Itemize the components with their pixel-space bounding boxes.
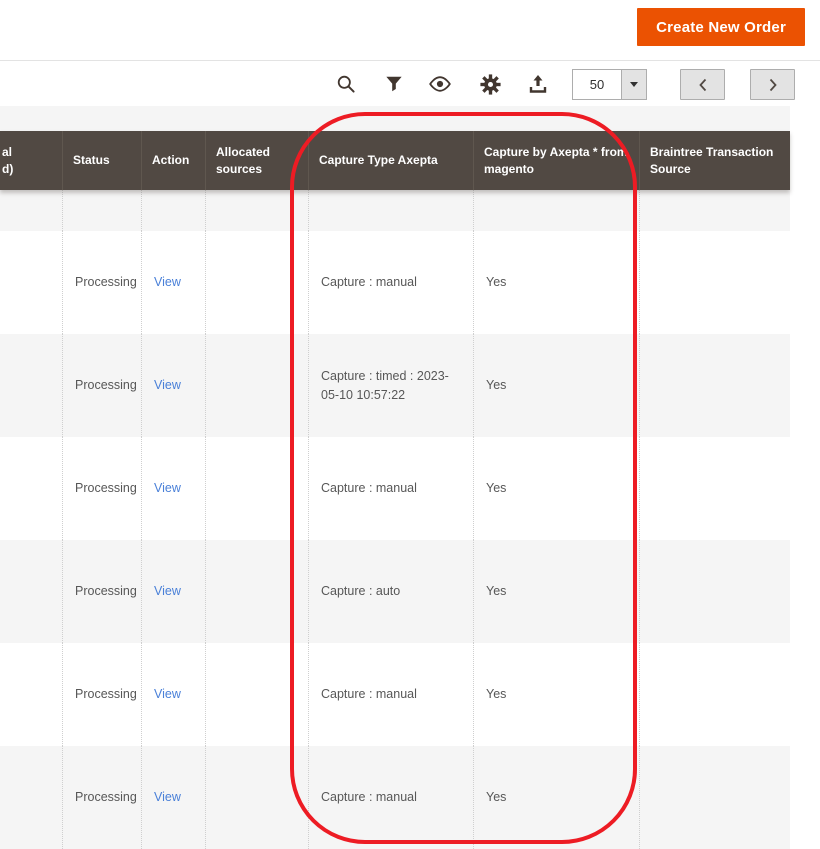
cell-capture-by: Yes [473, 746, 639, 849]
partial-header-line2: d) [2, 162, 13, 176]
page-size-dropdown-button[interactable] [621, 69, 647, 100]
table-row: Processing View Capture : timed : 2023-0… [0, 334, 790, 437]
column-header-status[interactable]: Status [62, 131, 141, 190]
view-link[interactable]: View [154, 582, 181, 600]
create-new-order-button[interactable]: Create New Order [637, 8, 805, 46]
search-icon[interactable] [334, 72, 358, 96]
cell-allocated-sources [205, 437, 308, 540]
gear-settings-icon[interactable] [478, 72, 502, 96]
cell-status: Processing [62, 643, 141, 746]
cell-status: Processing [62, 437, 141, 540]
cell-allocated-sources [205, 190, 308, 231]
cell-allocated-sources [205, 231, 308, 334]
table-row: Processing View Capture : auto Yes [0, 540, 790, 643]
cell-braintree-source [639, 190, 790, 231]
cell-status [62, 190, 141, 231]
cell-total [0, 231, 62, 334]
cell-braintree-source [639, 334, 790, 437]
cell-status: Processing [62, 334, 141, 437]
cell-total [0, 334, 62, 437]
cell-capture-type: Capture : auto [308, 540, 473, 643]
cell-capture-by: Yes [473, 540, 639, 643]
cell-total [0, 190, 62, 231]
page-size-input[interactable] [572, 69, 622, 100]
cell-capture-type [308, 190, 473, 231]
cell-allocated-sources [205, 540, 308, 643]
cell-allocated-sources [205, 643, 308, 746]
cell-capture-type: Capture : manual [308, 437, 473, 540]
cell-braintree-source [639, 643, 790, 746]
cell-status: Processing [62, 540, 141, 643]
export-icon[interactable] [526, 72, 550, 96]
table-row: Processing View Capture : manual Yes [0, 437, 790, 540]
cell-capture-by: Yes [473, 643, 639, 746]
cell-capture-type: Capture : timed : 2023-05-10 10:57:22 [308, 334, 473, 437]
cell-capture-by: Yes [473, 437, 639, 540]
table-row: Processing View Capture : manual Yes [0, 643, 790, 746]
orders-grid: al d) Status Action Allocated sources Ca… [0, 131, 790, 849]
page-size-control [572, 69, 647, 100]
previous-page-button[interactable] [680, 69, 725, 100]
grid-header-row: al d) Status Action Allocated sources Ca… [0, 131, 790, 190]
cell-braintree-source [639, 231, 790, 334]
cell-braintree-source [639, 540, 790, 643]
cell-action: View [141, 643, 205, 746]
cell-action: View [141, 540, 205, 643]
view-link[interactable]: View [154, 788, 181, 806]
cell-total [0, 540, 62, 643]
cell-status: Processing [62, 231, 141, 334]
chevron-right-icon [768, 78, 778, 92]
caret-down-icon [630, 82, 638, 87]
page-header: Create New Order [0, 0, 820, 61]
cell-total [0, 437, 62, 540]
view-link[interactable]: View [154, 376, 181, 394]
cell-allocated-sources [205, 746, 308, 849]
view-link[interactable]: View [154, 685, 181, 703]
column-header-truncated[interactable]: al d) [0, 131, 62, 190]
cell-action: View [141, 437, 205, 540]
cell-braintree-source [639, 746, 790, 849]
grid-background-strip [0, 106, 790, 131]
cell-action: View [141, 746, 205, 849]
chevron-left-icon [698, 78, 708, 92]
column-header-capture-type-axepta[interactable]: Capture Type Axepta [308, 131, 473, 190]
cell-total [0, 746, 62, 849]
column-header-allocated-sources[interactable]: Allocated sources [205, 131, 308, 190]
view-link[interactable]: View [154, 479, 181, 497]
table-row: Processing View Capture : manual Yes [0, 231, 790, 334]
partial-header-line1: al [2, 145, 12, 159]
cell-allocated-sources [205, 334, 308, 437]
cell-action: View [141, 334, 205, 437]
cell-action [141, 190, 205, 231]
cell-capture-type: Capture : manual [308, 231, 473, 334]
column-header-capture-by-axepta[interactable]: Capture by Axepta * from magento [473, 131, 639, 190]
table-row-partial [0, 190, 790, 231]
cell-capture-type: Capture : manual [308, 643, 473, 746]
grid-toolbar [0, 62, 820, 106]
column-header-braintree-source[interactable]: Braintree Transaction Source [639, 131, 790, 190]
cell-braintree-source [639, 437, 790, 540]
cell-total [0, 643, 62, 746]
cell-capture-by: Yes [473, 231, 639, 334]
next-page-button[interactable] [750, 69, 795, 100]
view-link[interactable]: View [154, 273, 181, 291]
cell-capture-by: Yes [473, 334, 639, 437]
cell-status: Processing [62, 746, 141, 849]
column-header-action[interactable]: Action [141, 131, 205, 190]
cell-action: View [141, 231, 205, 334]
cell-capture-type: Capture : manual [308, 746, 473, 849]
table-row: Processing View Capture : manual Yes [0, 746, 790, 849]
filter-icon[interactable] [382, 72, 406, 96]
eye-columns-icon[interactable] [428, 72, 452, 96]
cell-capture-by [473, 190, 639, 231]
